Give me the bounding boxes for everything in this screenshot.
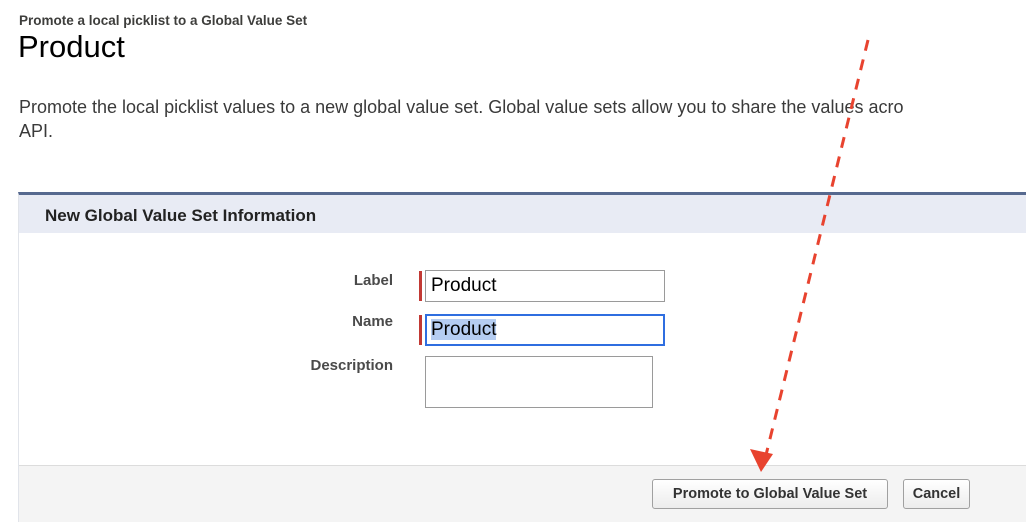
name-required-indicator xyxy=(419,315,422,345)
description-line-2: API. xyxy=(19,121,54,141)
name-field-label: Name xyxy=(352,313,393,330)
global-value-set-section: New Global Value Set Information Label P… xyxy=(18,192,1026,522)
promote-picklist-page: Promote a local picklist to a Global Val… xyxy=(0,0,1026,530)
description-textarea[interactable] xyxy=(425,356,653,408)
section-header: New Global Value Set Information xyxy=(19,195,1026,233)
section-title: New Global Value Set Information xyxy=(45,206,317,225)
description-line-1: Promote the local picklist values to a n… xyxy=(19,97,904,117)
name-input-selected-text: Product xyxy=(431,319,497,340)
breadcrumb: Promote a local picklist to a Global Val… xyxy=(19,13,308,28)
section-footer: Promote to Global Value Set Cancel xyxy=(19,465,1026,522)
promote-button[interactable]: Promote to Global Value Set xyxy=(652,479,888,509)
label-input[interactable]: Product xyxy=(425,270,665,302)
page-description: Promote the local picklist values to a n… xyxy=(19,95,1024,143)
label-required-indicator xyxy=(419,271,422,301)
name-input[interactable]: Product xyxy=(425,314,665,346)
label-field-label: Label xyxy=(353,272,393,289)
cancel-button[interactable]: Cancel xyxy=(903,479,970,509)
description-field-label: Description xyxy=(310,357,393,374)
page-title: Product xyxy=(18,29,125,64)
